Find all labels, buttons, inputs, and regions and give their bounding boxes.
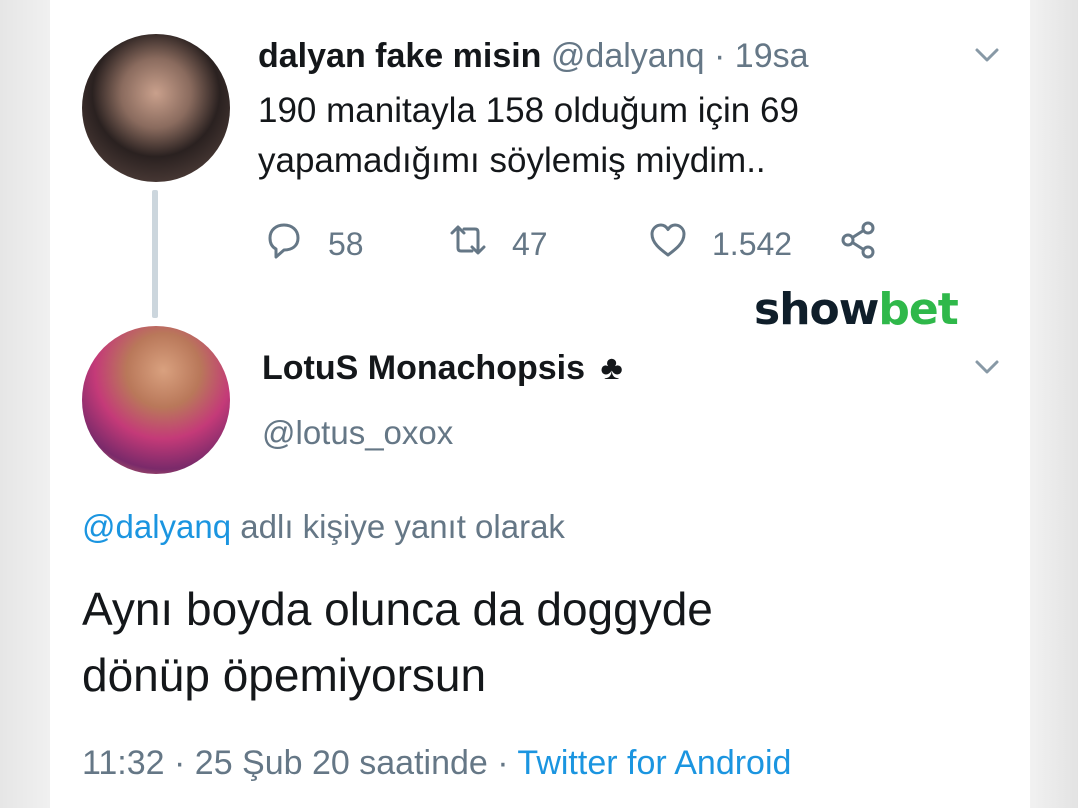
tweet2-text: Aynı boyda olunca da doggyde dönüp öpemi… (82, 576, 982, 708)
meta-separator: · (164, 744, 195, 782)
avatar-lotus-oxox[interactable] (82, 326, 230, 474)
tweet2-handle[interactable]: @lotus_oxox (262, 414, 453, 452)
background-left (0, 0, 50, 808)
showbet-watermark-logo: showbet (754, 284, 959, 335)
club-icon: ♣ (600, 349, 623, 387)
tweet2-date[interactable]: 25 Şub 20 saatinde (195, 744, 488, 782)
tweet2-display-name-row: LotuS Monachopsis ♣ (262, 346, 623, 390)
like-button[interactable]: 1.542 (646, 218, 792, 270)
share-button[interactable] (836, 218, 880, 270)
thread-connector-line (152, 190, 158, 318)
tweet2-display-name[interactable]: LotuS Monachopsis (262, 349, 585, 387)
tweet1-header: dalyan fake misin @dalyanq · 19sa (258, 36, 809, 76)
reply-mention-link[interactable]: @dalyanq (82, 508, 231, 545)
tweet2-meta: 11:32 · 25 Şub 20 saatinde · Twitter for… (82, 744, 791, 783)
like-icon (646, 218, 690, 270)
chevron-down-icon[interactable] (970, 38, 1004, 72)
tweet1-action-bar: 58 47 1.542 (262, 218, 902, 264)
avatar-dalyanq[interactable] (82, 34, 230, 182)
retweet-icon (446, 218, 490, 270)
tweet2-time[interactable]: 11:32 (82, 744, 165, 782)
tweet2-source-link[interactable]: Twitter for Android (517, 744, 791, 782)
replying-to-line: @dalyanq adlı kişiye yanıt olarak (82, 508, 565, 546)
reply-suffix-text: adlı kişiye yanıt olarak (231, 508, 565, 545)
retweet-button[interactable]: 47 (446, 218, 548, 270)
retweet-count: 47 (512, 225, 548, 262)
chevron-down-icon[interactable] (970, 350, 1004, 384)
share-icon (836, 218, 880, 270)
tweet2-text-line1: Aynı boyda olunca da doggyde (82, 583, 713, 635)
reply-button[interactable]: 58 (262, 218, 364, 270)
tweet1-text-line1: 190 manitayla 158 olduğum için 69 (258, 91, 799, 130)
like-count: 1.542 (712, 225, 793, 262)
tweet1-text: 190 manitayla 158 olduğum için 69 yapama… (258, 86, 958, 186)
reply-icon (262, 218, 306, 270)
tweet-thread-card: dalyan fake misin @dalyanq · 19sa 190 ma… (50, 0, 1030, 808)
watermark-part-bet: bet (878, 284, 958, 335)
meta-separator-2: · (487, 744, 518, 782)
tweet1-handle[interactable]: @dalyanq (551, 37, 705, 75)
watermark-part-show: show (754, 284, 879, 335)
tweet1-timestamp[interactable]: 19sa (735, 37, 809, 75)
reply-count: 58 (328, 225, 364, 262)
tweet2-text-line2: dönüp öpemiyorsun (82, 649, 487, 701)
tweet1-display-name[interactable]: dalyan fake misin (258, 37, 541, 75)
tweet1-separator: · (714, 37, 726, 75)
background-right (1030, 0, 1078, 808)
tweet1-text-line2: yapamadığımı söylemiş miydim.. (258, 141, 766, 180)
